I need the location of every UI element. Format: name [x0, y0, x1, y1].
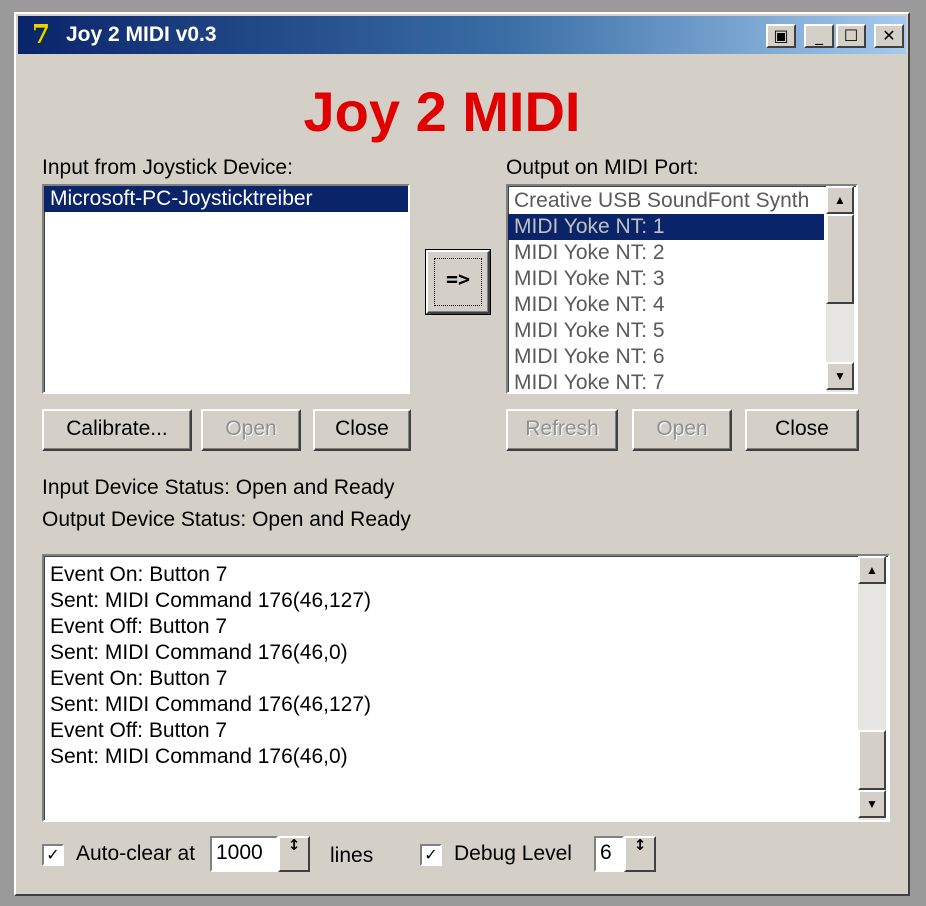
log-line: Event Off: Button 7 — [50, 615, 228, 638]
debug-level-input[interactable]: 6 — [594, 836, 624, 872]
log-line: Sent: MIDI Command 176(46,127) — [50, 589, 371, 612]
app-window: 7 Joy 2 MIDI v0.3 ▣ _ ☐ ✕ Joy 2 MIDI Inp… — [14, 12, 910, 896]
event-log[interactable]: Event On: Button 7 Sent: MIDI Command 176… — [46, 562, 846, 770]
log-scrollbar[interactable]: ▲ ▼ — [858, 556, 886, 820]
refresh-button[interactable]: Refresh — [506, 409, 618, 451]
restore-window-button[interactable]: ▣ — [766, 24, 796, 48]
midi-port-item[interactable]: MIDI Yoke NT: 1 — [508, 214, 824, 240]
midi-port-item[interactable]: MIDI Yoke NT: 4 — [508, 292, 824, 318]
log-line: Sent: MIDI Command 176(46,127) — [50, 693, 371, 716]
log-line: Event Off: Button 7 — [50, 719, 228, 742]
calibrate-button[interactable]: Calibrate... — [42, 409, 192, 451]
log-line: Sent: MIDI Command 176(46,0) — [50, 641, 348, 664]
scroll-up-arrow-icon[interactable]: ▲ — [826, 186, 854, 214]
close-window-button[interactable]: ✕ — [874, 24, 904, 48]
debug-checkbox[interactable]: ✓ — [420, 844, 442, 866]
input-device-list[interactable]: Microsoft-PC-Joysticktreiber — [42, 184, 410, 394]
log-line: Event On: Button 7 — [50, 667, 228, 690]
connect-arrow-label: => — [434, 258, 482, 306]
input-device-item[interactable]: Microsoft-PC-Joysticktreiber — [44, 186, 408, 212]
autoclear-spin-icon[interactable]: ↕ — [278, 836, 310, 872]
autoclear-label: Auto-clear at — [76, 842, 196, 865]
output-scrollbar[interactable]: ▲ ▼ — [826, 186, 854, 392]
input-device-label: Input from Joystick Device: — [42, 156, 293, 179]
midi-port-item[interactable]: MIDI Yoke NT: 2 — [508, 240, 824, 266]
midi-port-item[interactable]: MIDI Yoke NT: 3 — [508, 266, 824, 292]
autoclear-lines-input[interactable]: 1000 — [210, 836, 278, 872]
midi-port-item[interactable]: MIDI Yoke NT: 5 — [508, 318, 824, 344]
midi-port-item[interactable]: MIDI Yoke NT: 7 — [508, 370, 824, 392]
output-status-text: Output Device Status: Open and Ready — [42, 508, 411, 531]
output-open-button[interactable]: Open — [632, 409, 732, 451]
input-open-button[interactable]: Open — [201, 409, 301, 451]
midi-port-item[interactable]: Creative USB SoundFont Synth — [508, 188, 824, 214]
title-bar[interactable]: 7 Joy 2 MIDI v0.3 ▣ _ ☐ ✕ — [18, 16, 906, 54]
log-scroll-down-arrow-icon[interactable]: ▼ — [858, 790, 886, 818]
app-heading: Joy 2 MIDI — [303, 80, 581, 143]
output-port-label: Output on MIDI Port: — [506, 156, 699, 179]
maximize-button[interactable]: ☐ — [836, 24, 866, 48]
debug-spin-icon[interactable]: ↕ — [624, 836, 656, 872]
log-scroll-thumb[interactable] — [858, 730, 886, 790]
autoclear-checkbox[interactable]: ✓ — [42, 844, 64, 866]
lines-label: lines — [330, 844, 374, 867]
output-port-list[interactable]: Creative USB SoundFont Synth MIDI Yoke NT… — [508, 188, 824, 392]
log-scroll-up-arrow-icon[interactable]: ▲ — [858, 556, 886, 584]
connect-arrow-button[interactable]: => — [425, 249, 491, 315]
minimize-button[interactable]: _ — [804, 24, 834, 48]
scroll-down-arrow-icon[interactable]: ▼ — [826, 362, 854, 390]
debug-level-label: Debug Level — [454, 842, 572, 865]
window-title: Joy 2 MIDI v0.3 — [66, 23, 217, 46]
output-port-listbox: Creative USB SoundFont Synth MIDI Yoke NT… — [506, 184, 858, 394]
midi-port-item[interactable]: MIDI Yoke NT: 6 — [508, 344, 824, 370]
event-log-box: Event On: Button 7 Sent: MIDI Command 176… — [42, 554, 890, 822]
scroll-thumb[interactable] — [826, 214, 854, 304]
log-line: Event On: Button 7 — [50, 563, 228, 586]
input-status-text: Input Device Status: Open and Ready — [42, 476, 395, 499]
app-icon: 7 — [31, 20, 51, 50]
input-close-button[interactable]: Close — [313, 409, 411, 451]
log-line: Sent: MIDI Command 176(46,0) — [50, 745, 348, 768]
output-close-button[interactable]: Close — [745, 409, 859, 451]
